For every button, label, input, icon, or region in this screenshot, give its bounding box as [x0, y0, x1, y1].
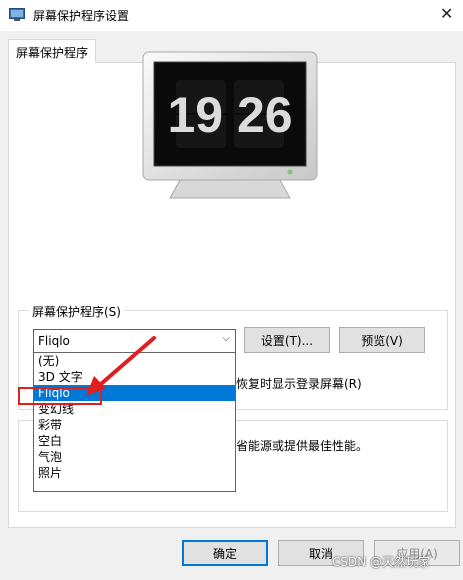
watermark: CSDN @天然玩家	[332, 555, 431, 569]
screensaver-monitor-icon	[9, 8, 25, 21]
clock-digits: 19 26	[167, 87, 292, 143]
ok-button[interactable]: 确定	[182, 540, 268, 566]
dropdown-option[interactable]: 气泡	[34, 449, 235, 465]
settings-button[interactable]: 设置(T)...	[244, 327, 330, 353]
dropdown-option[interactable]: 彩带	[34, 417, 235, 433]
dropdown-option[interactable]: 空白	[34, 433, 235, 449]
monitor-preview: 19 26	[142, 51, 318, 199]
title-bar: 屏幕保护程序设置 ✕	[0, 0, 463, 31]
power-description: 省能源或提供最佳性能。	[236, 439, 369, 453]
chevron-down-icon: ⌵	[222, 333, 230, 344]
window-title: 屏幕保护程序设置	[33, 9, 130, 23]
tab-screensaver[interactable]: 屏幕保护程序	[8, 39, 96, 63]
screensaver-select-value: Fliqlo	[38, 334, 70, 348]
close-icon[interactable]: ✕	[440, 5, 453, 23]
dropdown-option[interactable]: 照片	[34, 465, 235, 481]
annotation-arrow	[86, 336, 156, 396]
screensaver-group-label: 屏幕保护程序(S)	[29, 303, 124, 320]
preview-button[interactable]: 预览(V)	[339, 327, 425, 353]
resume-label: 恢复时显示登录屏幕(R)	[236, 377, 362, 391]
